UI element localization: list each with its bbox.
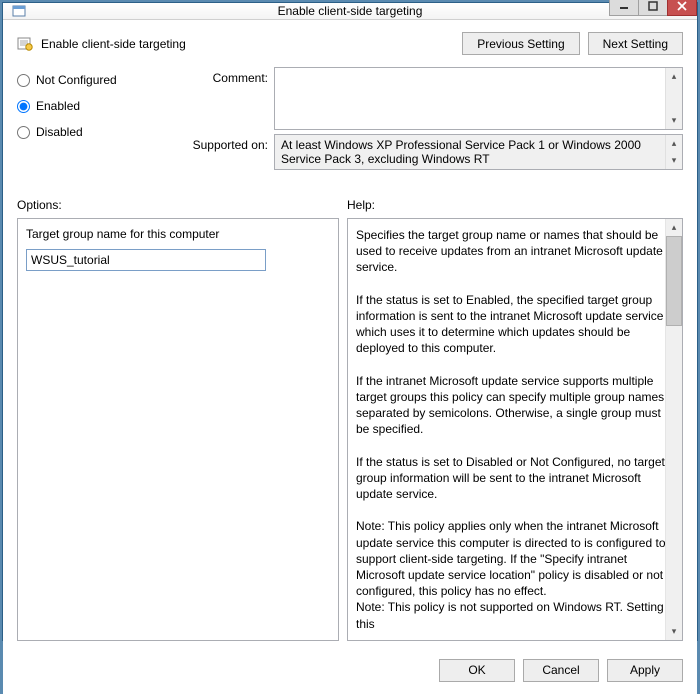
radio-not-configured[interactable]: Not Configured bbox=[17, 73, 167, 87]
scroll-down-icon[interactable]: ▾ bbox=[666, 623, 682, 640]
comment-field-wrap: ▴ ▾ bbox=[274, 67, 683, 130]
section-labels: Options: Help: bbox=[3, 180, 697, 218]
window-controls bbox=[610, 0, 697, 18]
apply-button[interactable]: Apply bbox=[607, 659, 683, 682]
config-area: Not Configured Enabled Disabled Comment:… bbox=[3, 61, 697, 180]
radio-disabled-input[interactable] bbox=[17, 126, 30, 139]
radio-disabled-label: Disabled bbox=[36, 125, 83, 139]
close-button[interactable] bbox=[667, 0, 697, 16]
panels: Target group name for this computer Spec… bbox=[3, 218, 697, 651]
scroll-up-icon[interactable]: ▴ bbox=[666, 68, 682, 85]
radio-enabled-input[interactable] bbox=[17, 100, 30, 113]
radio-not-configured-input[interactable] bbox=[17, 74, 30, 87]
comment-field[interactable] bbox=[275, 68, 665, 126]
options-panel: Target group name for this computer bbox=[17, 218, 339, 641]
help-panel: Specifies the target group name or names… bbox=[347, 218, 683, 641]
header-row: Enable client-side targeting Previous Se… bbox=[3, 20, 697, 61]
window-title: Enable client-side targeting bbox=[3, 4, 697, 18]
ok-button[interactable]: OK bbox=[439, 659, 515, 682]
target-group-label: Target group name for this computer bbox=[26, 227, 330, 241]
scroll-down-icon[interactable]: ▾ bbox=[666, 112, 682, 129]
help-scrollbar[interactable]: ▴ ▾ bbox=[665, 219, 682, 640]
scroll-up-icon[interactable]: ▴ bbox=[666, 219, 682, 236]
options-label: Options: bbox=[17, 198, 347, 212]
dialog-content: Enable client-side targeting Previous Se… bbox=[3, 20, 697, 694]
nav-buttons: Previous Setting Next Setting bbox=[462, 32, 683, 55]
scrollbar-track[interactable] bbox=[666, 326, 682, 623]
policy-name: Enable client-side targeting bbox=[41, 37, 186, 51]
cancel-button[interactable]: Cancel bbox=[523, 659, 599, 682]
maximize-button[interactable] bbox=[638, 0, 668, 16]
radio-enabled[interactable]: Enabled bbox=[17, 99, 167, 113]
next-setting-button[interactable]: Next Setting bbox=[588, 32, 683, 55]
supported-scrollbar[interactable]: ▴ ▾ bbox=[665, 135, 682, 169]
previous-setting-button[interactable]: Previous Setting bbox=[462, 32, 579, 55]
scroll-up-icon[interactable]: ▴ bbox=[666, 135, 682, 152]
state-radio-group: Not Configured Enabled Disabled bbox=[17, 67, 167, 139]
comment-label: Comment: bbox=[173, 67, 268, 85]
radio-not-configured-label: Not Configured bbox=[36, 73, 117, 87]
minimize-button[interactable] bbox=[609, 0, 639, 16]
target-group-input[interactable] bbox=[26, 249, 266, 271]
policy-icon bbox=[17, 36, 33, 52]
app-icon bbox=[11, 3, 27, 19]
scrollbar-thumb[interactable] bbox=[666, 236, 682, 326]
dialog-footer: OK Cancel Apply bbox=[3, 651, 697, 694]
supported-on-text: At least Windows XP Professional Service… bbox=[281, 138, 641, 166]
help-text: Specifies the target group name or names… bbox=[356, 227, 682, 632]
scroll-down-icon[interactable]: ▾ bbox=[666, 152, 682, 169]
comment-scrollbar[interactable]: ▴ ▾ bbox=[665, 68, 682, 129]
supported-on-label: Supported on: bbox=[173, 134, 268, 152]
radio-enabled-label: Enabled bbox=[36, 99, 80, 113]
supported-on-field: At least Windows XP Professional Service… bbox=[274, 134, 683, 170]
titlebar: Enable client-side targeting bbox=[3, 3, 697, 20]
help-label: Help: bbox=[347, 198, 375, 212]
dialog-window: Enable client-side targeting bbox=[2, 2, 698, 641]
radio-disabled[interactable]: Disabled bbox=[17, 125, 167, 139]
